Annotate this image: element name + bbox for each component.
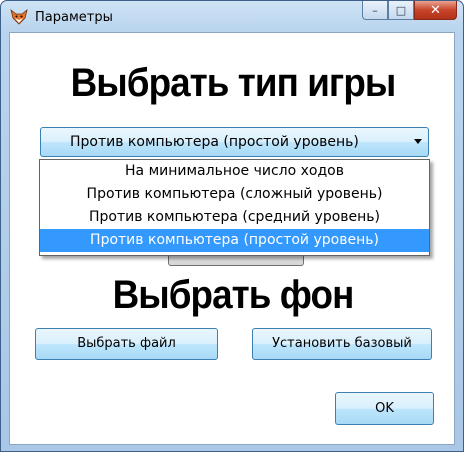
ok-button[interactable]: OK: [335, 392, 434, 425]
choose-file-button[interactable]: Выбрать файл: [35, 328, 218, 360]
dialog-content: Выбрать тип игры Против компьютера (прос…: [9, 32, 455, 445]
minimize-icon: –: [372, 3, 378, 17]
dropdown-option-hard[interactable]: Против компьютера (сложный уровень): [40, 183, 429, 206]
settings-window: Параметры – □ ✕ Выбрать тип игры Против …: [0, 0, 464, 452]
fox-app-icon: [10, 9, 28, 25]
maximize-icon: □: [395, 3, 407, 17]
dropdown-option-easy[interactable]: Против компьютера (простой уровень): [40, 229, 429, 252]
dropdown-option-medium[interactable]: Против компьютера (средний уровень): [40, 206, 429, 229]
caption-buttons: – □ ✕: [362, 1, 457, 21]
combobox-selected-value: Против компьютера (простой уровень): [70, 134, 359, 150]
close-button[interactable]: ✕: [414, 1, 457, 20]
set-default-background-button[interactable]: Установить базовый: [252, 328, 432, 360]
maximize-button[interactable]: □: [388, 1, 414, 20]
close-icon: ✕: [430, 2, 441, 18]
minimize-button[interactable]: –: [362, 1, 388, 20]
background-heading: Выбрать фон: [112, 273, 355, 317]
title-bar[interactable]: Параметры – □ ✕: [1, 1, 463, 32]
dropdown-option-min-moves[interactable]: На минимальное число ходов: [40, 160, 429, 183]
game-type-combobox[interactable]: Против компьютера (простой уровень): [40, 127, 429, 157]
game-type-heading: Выбрать тип игры: [70, 61, 397, 105]
game-type-dropdown-list: На минимальное число ходов Против компью…: [39, 159, 430, 256]
chevron-down-icon[interactable]: [414, 139, 422, 144]
window-title: Параметры: [35, 10, 113, 25]
